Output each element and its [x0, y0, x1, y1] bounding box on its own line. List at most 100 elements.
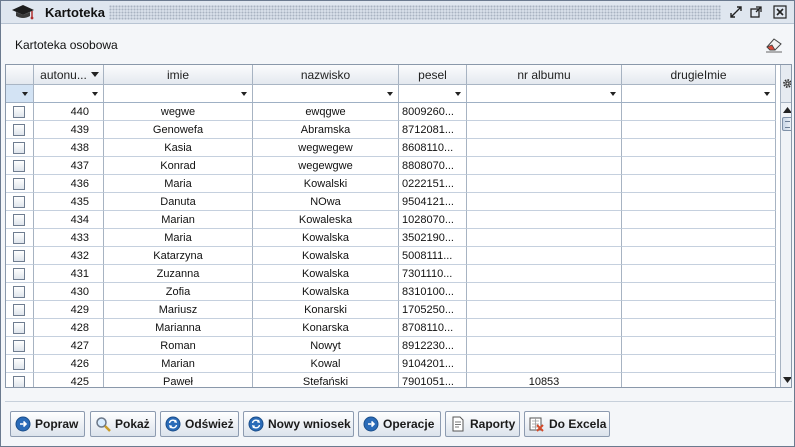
- cell-nazwisko[interactable]: Kowal: [253, 355, 399, 373]
- cell-autonumer[interactable]: 440: [34, 103, 104, 121]
- scroll-down-button[interactable]: [781, 373, 791, 386]
- row-checkbox[interactable]: [13, 105, 25, 118]
- cell-drugie-imie[interactable]: [622, 229, 776, 247]
- cell-nr-albumu[interactable]: [467, 103, 622, 121]
- row-checkbox[interactable]: [13, 339, 25, 352]
- header-nazwisko[interactable]: nazwisko: [253, 65, 399, 84]
- table-row[interactable]: 425 Paweł Stefański 7901051... 10853: [6, 373, 776, 387]
- header-autonumer[interactable]: autonu...: [34, 65, 104, 84]
- raporty-button[interactable]: Raporty: [445, 411, 520, 437]
- table-row[interactable]: 431 Zuzanna Kowalska 7301110...: [6, 265, 776, 283]
- popraw-button[interactable]: Popraw: [10, 411, 85, 437]
- cell-pesel[interactable]: 8712081...: [399, 121, 467, 139]
- cell-autonumer[interactable]: 439: [34, 121, 104, 139]
- cell-autonumer[interactable]: 429: [34, 301, 104, 319]
- cell-nr-albumu[interactable]: [467, 283, 622, 301]
- row-checkbox[interactable]: [13, 375, 25, 387]
- cell-autonumer[interactable]: 436: [34, 175, 104, 193]
- table-row[interactable]: 432 Katarzyna Kowalska 5008111...: [6, 247, 776, 265]
- header-imie[interactable]: imie: [104, 65, 253, 84]
- cell-nr-albumu[interactable]: [467, 175, 622, 193]
- filter-pesel[interactable]: [399, 85, 467, 102]
- cell-nazwisko[interactable]: Kowalska: [253, 283, 399, 301]
- cell-autonumer[interactable]: 431: [34, 265, 104, 283]
- cell-autonumer[interactable]: 438: [34, 139, 104, 157]
- table-row[interactable]: 427 Roman Nowyt 8912230...: [6, 337, 776, 355]
- operacje-button[interactable]: Operacje: [358, 411, 441, 437]
- table-row[interactable]: 435 Danuta NOwa 9504121...: [6, 193, 776, 211]
- cell-imie[interactable]: Katarzyna: [104, 247, 253, 265]
- cell-drugie-imie[interactable]: [622, 319, 776, 337]
- filter-select-column[interactable]: [6, 85, 34, 102]
- cell-imie[interactable]: wegwe: [104, 103, 253, 121]
- cell-nazwisko[interactable]: Stefański: [253, 373, 399, 387]
- cell-pesel[interactable]: 5008111...: [399, 247, 467, 265]
- cell-autonumer[interactable]: 432: [34, 247, 104, 265]
- cell-pesel[interactable]: 7901051...: [399, 373, 467, 387]
- cell-drugie-imie[interactable]: [622, 265, 776, 283]
- cell-autonumer[interactable]: 427: [34, 337, 104, 355]
- cell-drugie-imie[interactable]: [622, 193, 776, 211]
- filter-imie[interactable]: [104, 85, 253, 102]
- header-nr-albumu[interactable]: nr albumu: [467, 65, 622, 84]
- header-drugie-imie[interactable]: drugieImie: [622, 65, 776, 84]
- row-checkbox[interactable]: [13, 303, 25, 316]
- cell-pesel[interactable]: 9504121...: [399, 193, 467, 211]
- cell-pesel[interactable]: 1028070...: [399, 211, 467, 229]
- cell-nazwisko[interactable]: wegwegew: [253, 139, 399, 157]
- cell-imie[interactable]: Paweł: [104, 373, 253, 387]
- cell-nr-albumu[interactable]: [467, 211, 622, 229]
- cell-drugie-imie[interactable]: [622, 283, 776, 301]
- row-checkbox[interactable]: [13, 321, 25, 334]
- scroll-thumb[interactable]: [782, 117, 791, 131]
- maximize-button[interactable]: [748, 4, 764, 20]
- cell-imie[interactable]: Genowefa: [104, 121, 253, 139]
- cell-nazwisko[interactable]: Kowalski: [253, 175, 399, 193]
- cell-nr-albumu[interactable]: [467, 355, 622, 373]
- odswiez-button[interactable]: Odśwież: [160, 411, 239, 437]
- title-bar[interactable]: Kartoteka: [1, 1, 794, 24]
- cell-nr-albumu[interactable]: [467, 193, 622, 211]
- cell-nazwisko[interactable]: NOwa: [253, 193, 399, 211]
- row-checkbox[interactable]: [13, 159, 25, 172]
- cell-nr-albumu[interactable]: [467, 337, 622, 355]
- row-checkbox[interactable]: [13, 195, 25, 208]
- cell-imie[interactable]: Maria: [104, 175, 253, 193]
- cell-imie[interactable]: Mariusz: [104, 301, 253, 319]
- cell-pesel[interactable]: 3502190...: [399, 229, 467, 247]
- cell-nr-albumu[interactable]: 10853: [467, 373, 622, 387]
- filter-autonumer[interactable]: [34, 85, 104, 102]
- cell-autonumer[interactable]: 430: [34, 283, 104, 301]
- cell-drugie-imie[interactable]: [622, 301, 776, 319]
- row-checkbox[interactable]: [13, 249, 25, 262]
- cell-imie[interactable]: Marian: [104, 211, 253, 229]
- nowy-wniosek-button[interactable]: Nowy wniosek: [243, 411, 354, 437]
- cell-drugie-imie[interactable]: [622, 175, 776, 193]
- cell-drugie-imie[interactable]: [622, 121, 776, 139]
- cell-nazwisko[interactable]: wegewgwe: [253, 157, 399, 175]
- cell-drugie-imie[interactable]: [622, 373, 776, 387]
- cell-pesel[interactable]: 8608110...: [399, 139, 467, 157]
- cell-nazwisko[interactable]: Nowyt: [253, 337, 399, 355]
- cell-imie[interactable]: Zuzanna: [104, 265, 253, 283]
- cell-pesel[interactable]: 8912230...: [399, 337, 467, 355]
- cell-nr-albumu[interactable]: [467, 319, 622, 337]
- pokaz-button[interactable]: Pokaż: [90, 411, 156, 437]
- table-row[interactable]: 430 Zofia Kowalska 8310100...: [6, 283, 776, 301]
- cell-nazwisko[interactable]: Kowalska: [253, 247, 399, 265]
- cell-autonumer[interactable]: 437: [34, 157, 104, 175]
- cell-autonumer[interactable]: 425: [34, 373, 104, 387]
- vertical-scrollbar[interactable]: [780, 65, 791, 387]
- cell-autonumer[interactable]: 435: [34, 193, 104, 211]
- cell-nr-albumu[interactable]: [467, 157, 622, 175]
- cell-nazwisko[interactable]: Konarski: [253, 301, 399, 319]
- cell-nr-albumu[interactable]: [467, 139, 622, 157]
- cell-pesel[interactable]: 8808070...: [399, 157, 467, 175]
- cell-pesel[interactable]: 8009260...: [399, 103, 467, 121]
- cell-drugie-imie[interactable]: [622, 139, 776, 157]
- cell-drugie-imie[interactable]: [622, 247, 776, 265]
- filter-nr-albumu[interactable]: [467, 85, 622, 102]
- cell-drugie-imie[interactable]: [622, 337, 776, 355]
- row-checkbox[interactable]: [13, 285, 25, 298]
- cell-drugie-imie[interactable]: [622, 103, 776, 121]
